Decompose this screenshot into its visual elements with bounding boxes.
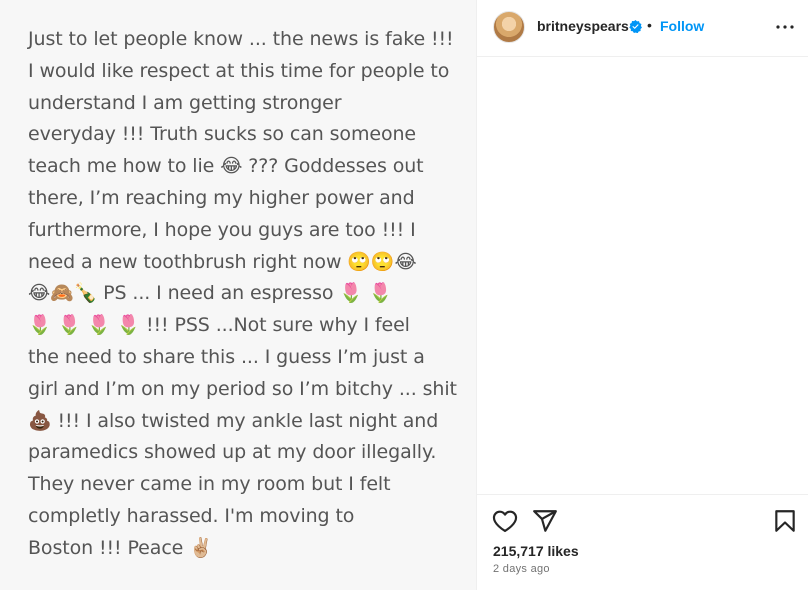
post-text-line: girl and I’m on my period so I’m bitchy … bbox=[28, 377, 457, 400]
post-text-line: 😂🙈🍾 PS ... I need an espresso 🌷 🌷 bbox=[28, 282, 393, 305]
post-text-line: everyday !!! Truth sucks so can someone bbox=[28, 123, 416, 146]
paper-plane-icon[interactable] bbox=[532, 508, 558, 534]
post-text-line: They never came in my room but I felt bbox=[28, 473, 391, 496]
post-text-line: 🌷 🌷 🌷 🌷 !!! PSS ...Not sure why I feel bbox=[28, 314, 410, 337]
follow-button[interactable]: Follow bbox=[660, 18, 704, 34]
post-text-line: paramedics showed up at my door illegall… bbox=[28, 441, 437, 464]
post-text-line: understand I am getting stronger bbox=[28, 91, 342, 114]
post-text: Just to let people know ... the news is … bbox=[28, 24, 458, 565]
post-text-line: need a new toothbrush right now 🙄🙄😂 bbox=[28, 250, 417, 273]
post-actions: 215,717 likes 2 days ago bbox=[477, 494, 808, 590]
post-text-line: I would like respect at this time for pe… bbox=[28, 59, 450, 82]
post-text-line: there, I’m reaching my higher power and bbox=[28, 186, 415, 209]
separator-dot: • bbox=[647, 17, 652, 33]
post-text-line: completly harassed. I'm moving to bbox=[28, 504, 355, 527]
post-image: Just to let people know ... the news is … bbox=[0, 0, 476, 590]
avatar[interactable] bbox=[493, 11, 525, 43]
post-text-line: furthermore, I hope you guys are too !!!… bbox=[28, 218, 416, 241]
heart-icon[interactable] bbox=[492, 508, 518, 534]
post-header: britneyspears • Follow bbox=[477, 0, 808, 57]
post-text-line: Just to let people know ... the news is … bbox=[28, 28, 454, 50]
username-link[interactable]: britneyspears bbox=[537, 18, 629, 34]
more-options-icon[interactable] bbox=[773, 15, 797, 39]
post-text-line: Boston !!! Peace ✌🏼 bbox=[28, 536, 213, 559]
likes-count[interactable]: 215,717 likes bbox=[493, 543, 579, 559]
verified-badge-icon bbox=[629, 20, 642, 33]
post-sidebar: britneyspears • Follow 215,717 likes 2 d… bbox=[477, 0, 808, 590]
post-text-line: the need to share this ... I guess I’m j… bbox=[28, 345, 425, 368]
post-text-line: teach me how to lie 😂 ??? Goddesses out bbox=[28, 155, 424, 178]
post-text-line: 💩 !!! I also twisted my ankle last night… bbox=[28, 409, 439, 432]
comments-section[interactable] bbox=[477, 58, 808, 494]
post-timestamp[interactable]: 2 days ago bbox=[493, 563, 550, 575]
bookmark-icon[interactable] bbox=[772, 508, 798, 534]
